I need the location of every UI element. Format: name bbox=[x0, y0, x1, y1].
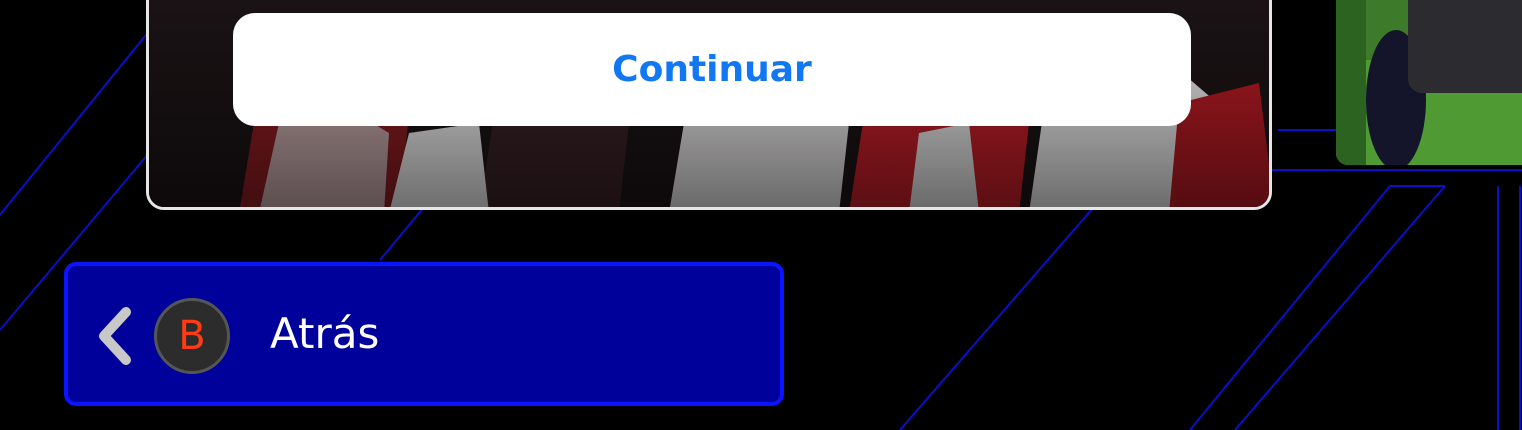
continue-button-label: Continuar bbox=[612, 49, 812, 90]
back-button[interactable]: B Atrás bbox=[64, 262, 784, 406]
screen: Continuar B Atrás bbox=[0, 0, 1522, 430]
back-button-label: Atrás bbox=[270, 309, 380, 358]
b-button-badge-icon: B bbox=[154, 298, 230, 374]
side-panel bbox=[1408, 0, 1522, 93]
continue-button[interactable]: Continuar bbox=[233, 13, 1191, 126]
chevron-left-icon bbox=[99, 307, 131, 365]
b-button-letter: B bbox=[178, 313, 206, 359]
